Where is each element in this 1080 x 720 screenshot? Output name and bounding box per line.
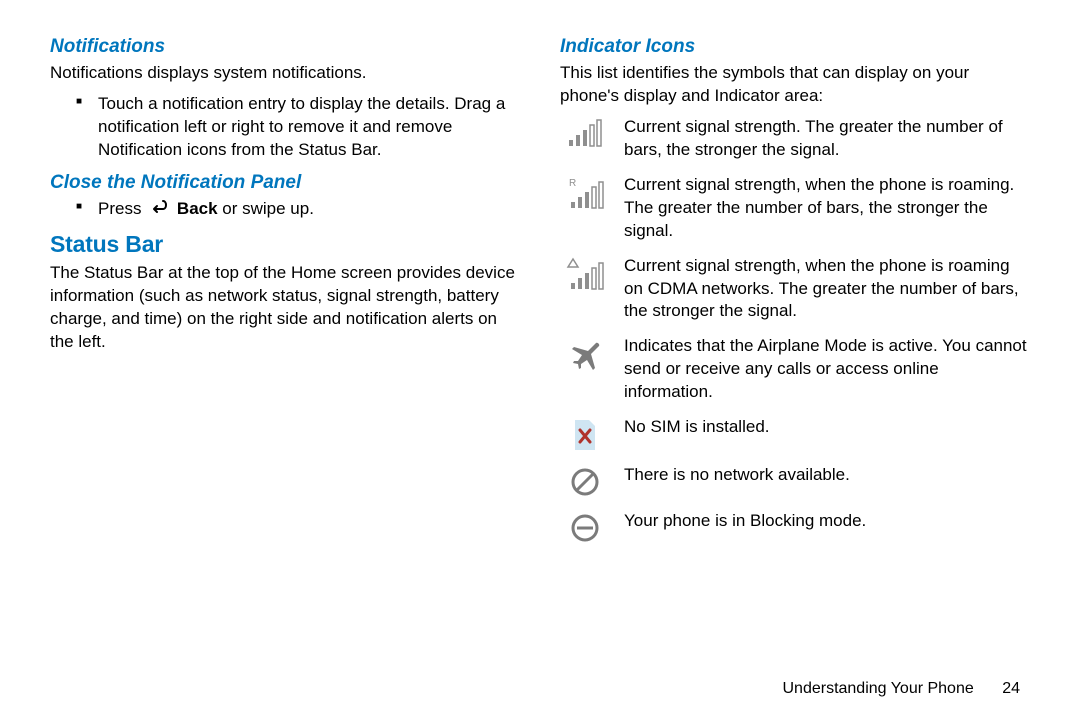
nosim-icon xyxy=(560,416,610,452)
row-signal: Current signal strength. The greater the… xyxy=(560,116,1030,162)
status-bar-text: The Status Bar at the top of the Home sc… xyxy=(50,262,520,354)
notifications-text: Notifications displays system notificati… xyxy=(50,62,520,85)
row-airplane: Indicates that the Airplane Mode is acti… xyxy=(560,335,1030,404)
close-panel-bullets: Press Back or swipe up. xyxy=(50,198,520,221)
row-nosim: No SIM is installed. xyxy=(560,416,1030,452)
airplane-desc: Indicates that the Airplane Mode is acti… xyxy=(624,335,1030,404)
back-icon xyxy=(148,198,170,221)
signal-cdma-desc: Current signal strength, when the phone … xyxy=(624,255,1030,324)
signal-desc: Current signal strength. The greater the… xyxy=(624,116,1030,162)
notif-bullet-item: Touch a notification entry to display th… xyxy=(50,93,520,162)
signal-cdma-icon xyxy=(560,255,610,291)
notifications-bullets: Touch a notification entry to display th… xyxy=(50,93,520,162)
heading-status-bar: Status Bar xyxy=(50,231,520,258)
nosim-desc: No SIM is installed. xyxy=(624,416,1030,439)
signal-icon xyxy=(560,116,610,148)
footer-page-number: 24 xyxy=(1002,680,1020,698)
close-bullet-item: Press Back or swipe up. xyxy=(50,198,520,221)
airplane-icon xyxy=(560,335,610,371)
svg-text:R: R xyxy=(569,178,576,189)
close-bold: Back xyxy=(177,199,218,218)
heading-notifications: Notifications xyxy=(50,36,520,58)
row-nonet: There is no network available. xyxy=(560,464,1030,498)
blocking-desc: Your phone is in Blocking mode. xyxy=(624,510,1030,533)
right-column: Indicator Icons This list identifies the… xyxy=(560,36,1030,556)
close-press-text: Press xyxy=(98,199,146,218)
footer-chapter: Understanding Your Phone xyxy=(782,680,973,697)
left-column: Notifications Notifications displays sys… xyxy=(50,36,520,556)
indicator-intro: This list identifies the symbols that ca… xyxy=(560,62,1030,108)
row-signal-cdma: Current signal strength, when the phone … xyxy=(560,255,1030,324)
close-rest: or swipe up. xyxy=(218,199,314,218)
heading-close-panel: Close the Notification Panel xyxy=(50,172,520,194)
no-network-icon xyxy=(560,464,610,498)
blocking-icon xyxy=(560,510,610,544)
page-footer: Understanding Your Phone 24 xyxy=(782,680,1020,698)
signal-roaming-icon: R xyxy=(560,174,610,210)
row-signal-roaming: R Current signal strength, when the phon… xyxy=(560,174,1030,243)
row-blocking: Your phone is in Blocking mode. xyxy=(560,510,1030,544)
signal-roaming-desc: Current signal strength, when the phone … xyxy=(624,174,1030,243)
heading-indicator-icons: Indicator Icons xyxy=(560,36,1030,58)
nonet-desc: There is no network available. xyxy=(624,464,1030,487)
